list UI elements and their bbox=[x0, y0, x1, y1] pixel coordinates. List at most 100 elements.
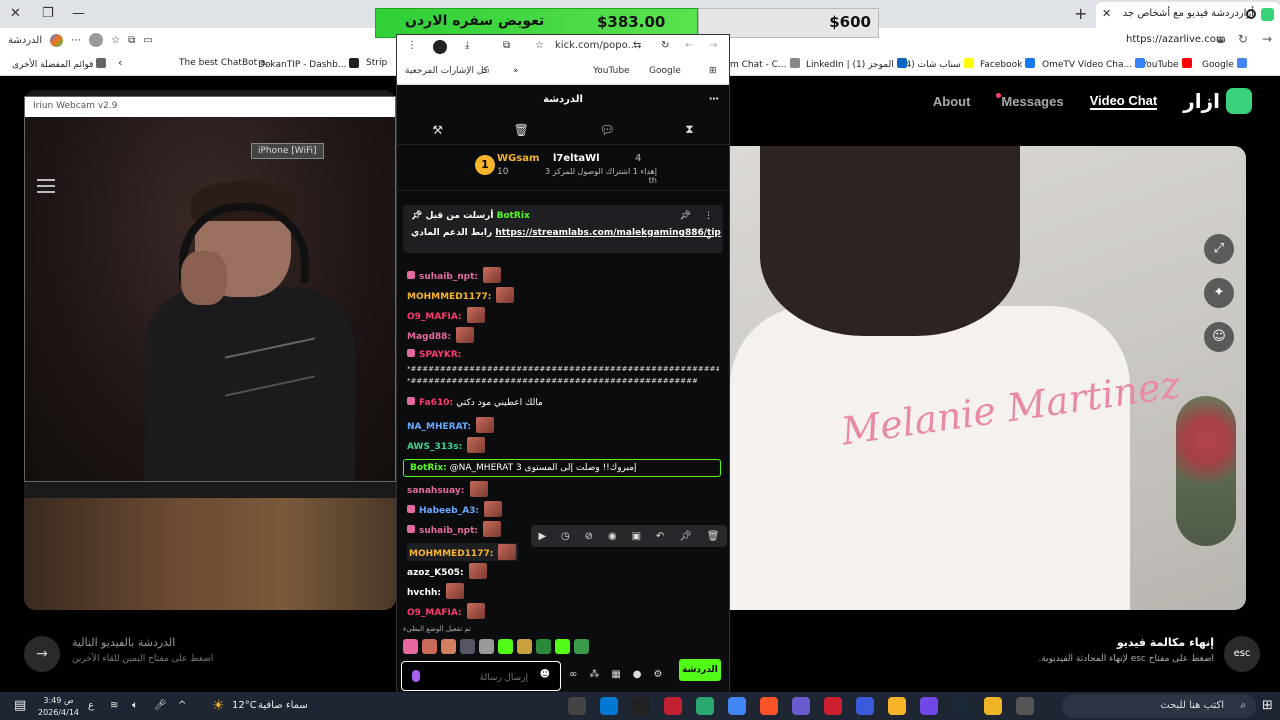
clock-icon[interactable]: ◷ bbox=[561, 531, 570, 542]
app-red-icon[interactable] bbox=[664, 697, 682, 715]
chat-message[interactable]: O9_MAFIA: bbox=[407, 307, 485, 323]
tab-azar[interactable]: أزاردردشة فيديو مع أشخاص جد ✕ bbox=[1096, 2, 1280, 28]
favorites-icon[interactable]: ☆ bbox=[111, 35, 120, 46]
mic-icon[interactable]: 🎤︎ bbox=[154, 692, 167, 720]
bookmark-other-favorites[interactable]: قوائم المفضلة الأخرى bbox=[12, 58, 107, 70]
weather-text[interactable]: سماء صافية bbox=[258, 692, 308, 720]
app-violet-icon[interactable] bbox=[920, 697, 938, 715]
nav-about[interactable]: About bbox=[933, 94, 971, 109]
chat-bubble-icon[interactable]: 💬︎ bbox=[599, 123, 614, 137]
emote-3[interactable] bbox=[441, 639, 456, 654]
edge-icon[interactable] bbox=[600, 697, 618, 715]
restore-window-icon[interactable]: ❐ bbox=[42, 6, 54, 21]
esc-key[interactable]: esc bbox=[1224, 636, 1260, 672]
chat-message[interactable]: sanahsuay: bbox=[407, 481, 488, 497]
chat-icon[interactable]: ● bbox=[633, 669, 642, 680]
app-purple-icon[interactable] bbox=[792, 697, 810, 715]
emote-10[interactable] bbox=[574, 639, 589, 654]
infinity-icon[interactable]: ∞ bbox=[569, 669, 577, 680]
collections-icon[interactable]: ▭ bbox=[143, 35, 152, 46]
bookmark-linkedin[interactable]: LinkedIn | (1) الموجز bbox=[806, 58, 907, 70]
taskview-icon[interactable] bbox=[1016, 697, 1034, 715]
chat-message[interactable]: NA_MHERAT: bbox=[407, 417, 495, 433]
username[interactable]: suhaib_npt: bbox=[419, 526, 478, 536]
profile-label[interactable]: الدردشة bbox=[8, 35, 42, 46]
reload-icon[interactable]: ↻ bbox=[1238, 32, 1248, 47]
chat-message[interactable]: suhaib_npt: bbox=[407, 267, 502, 283]
profile-icon[interactable] bbox=[433, 40, 447, 54]
bookmark-chat[interactable]: m Chat - C... bbox=[730, 58, 800, 70]
chat-message[interactable]: O9_MAFIA: bbox=[407, 603, 485, 619]
second-gifter-name[interactable]: l7eltaWl bbox=[553, 153, 600, 164]
opera-icon[interactable] bbox=[824, 697, 842, 715]
chevron-down-icon[interactable]: ⌄ bbox=[705, 231, 713, 242]
chat-message[interactable]: suhaib_npt: bbox=[407, 521, 502, 537]
bookmark-google[interactable]: Google bbox=[1202, 58, 1247, 70]
app-icon[interactable] bbox=[632, 697, 650, 715]
bookmark-snapchat[interactable]: (4) سناب شات bbox=[902, 58, 974, 70]
forward-icon[interactable]: → bbox=[1262, 32, 1272, 47]
temperature[interactable]: 12°C bbox=[232, 692, 257, 720]
username[interactable]: Habeeb_A3: bbox=[419, 506, 479, 516]
chat-message[interactable]: AWS_313s: bbox=[407, 437, 486, 453]
message-input-box[interactable]: ☻ bbox=[401, 661, 561, 691]
emote-2[interactable] bbox=[422, 639, 437, 654]
wifi-icon[interactable]: ≋ bbox=[110, 692, 118, 720]
end-call-button[interactable]: esc إنهاء مكالمة فيديو اضغط على مفتاح es… bbox=[1030, 636, 1260, 676]
apps-icon[interactable]: ⊞ bbox=[709, 66, 717, 76]
username[interactable]: O9_MAFIA: bbox=[407, 608, 462, 618]
pinned-link[interactable]: https://streamlabs.com/malekgaming886/ti… bbox=[495, 228, 721, 238]
username[interactable]: O9_MAFIA: bbox=[407, 312, 462, 322]
notifications-icon[interactable]: ▤ bbox=[14, 692, 26, 720]
star-icon[interactable]: ☆ bbox=[535, 40, 544, 51]
bookmark-all[interactable]: كل الإشارات المرجعية bbox=[405, 66, 488, 76]
username[interactable]: MOHMMED1177: bbox=[409, 549, 493, 559]
users-icon[interactable]: ⁂ bbox=[589, 669, 599, 680]
kick-url[interactable]: kick.com/popo... bbox=[555, 40, 637, 51]
chat-message[interactable]: azoz_K505: bbox=[407, 563, 487, 579]
play-icon[interactable]: ▶ bbox=[538, 531, 546, 542]
username[interactable]: suhaib_npt: bbox=[419, 272, 478, 282]
minimize-window-icon[interactable]: — bbox=[72, 6, 85, 21]
chat-message[interactable]: MOHMMED1177: bbox=[407, 543, 519, 561]
language-indicator[interactable]: ع bbox=[88, 692, 94, 720]
unpin-icon[interactable]: 📌︎ bbox=[680, 211, 691, 221]
emoji-icon[interactable]: ☻ bbox=[540, 669, 550, 680]
copy-icon[interactable]: ▣ bbox=[632, 531, 641, 542]
clock[interactable]: 3:49 ص 2026/4/14 bbox=[38, 695, 79, 720]
tab-close-icon[interactable]: ✕ bbox=[1102, 7, 1111, 20]
more-vert-icon[interactable]: ⋮ bbox=[704, 211, 713, 221]
trash-icon[interactable]: 🗑︎ bbox=[514, 123, 529, 137]
pinned-bot-name[interactable]: BotRix bbox=[497, 211, 530, 221]
username[interactable]: sanahsuay: bbox=[407, 486, 464, 496]
chevron-left-icon[interactable]: ‹ bbox=[118, 56, 122, 69]
store-icon[interactable]: ▦ bbox=[611, 669, 620, 680]
emote-9[interactable] bbox=[555, 639, 570, 654]
chat-message[interactable]: Magd88: bbox=[407, 327, 475, 343]
reload-icon[interactable]: ↻ bbox=[661, 40, 669, 51]
emote-8[interactable] bbox=[536, 639, 551, 654]
nav-video-chat[interactable]: Video Chat bbox=[1089, 93, 1158, 110]
emote-5[interactable] bbox=[479, 639, 494, 654]
chat-message[interactable]: Fa610: مالك اعطيني مود دكتي bbox=[407, 397, 543, 408]
hourglass-icon[interactable]: ⧗ bbox=[685, 122, 693, 137]
bot-message[interactable]: BotRix: @NA_MHERAT 3 إمبروك!! وصلت إلى ا… bbox=[403, 459, 721, 477]
chrome-icon[interactable] bbox=[728, 697, 746, 715]
undo-icon[interactable]: ↶ bbox=[656, 531, 664, 542]
files-icon[interactable] bbox=[984, 697, 1002, 715]
username[interactable]: Fa610: bbox=[419, 398, 453, 408]
steam-icon[interactable] bbox=[568, 697, 586, 715]
pin-icon[interactable]: 📌︎ bbox=[679, 531, 692, 542]
steam-client-icon[interactable] bbox=[952, 697, 970, 715]
app-green-icon[interactable] bbox=[696, 697, 714, 715]
username[interactable]: azoz_K505: bbox=[407, 568, 464, 578]
forward-icon[interactable]: → bbox=[709, 40, 717, 51]
chevron-icon[interactable]: » bbox=[513, 66, 519, 76]
extension-icon[interactable]: ⧉ bbox=[503, 40, 510, 51]
username[interactable]: NA_MHERAT: bbox=[407, 422, 471, 432]
hide-icon[interactable]: ⊘ bbox=[585, 531, 593, 542]
bookmark-chatbot[interactable]: The best ChatBot a... bbox=[179, 58, 274, 68]
camera-source-label[interactable]: iPhone [WiFi] bbox=[251, 143, 324, 159]
username[interactable]: SPAYKR: bbox=[419, 350, 461, 360]
settings-icon[interactable]: ⚙ bbox=[654, 669, 663, 680]
